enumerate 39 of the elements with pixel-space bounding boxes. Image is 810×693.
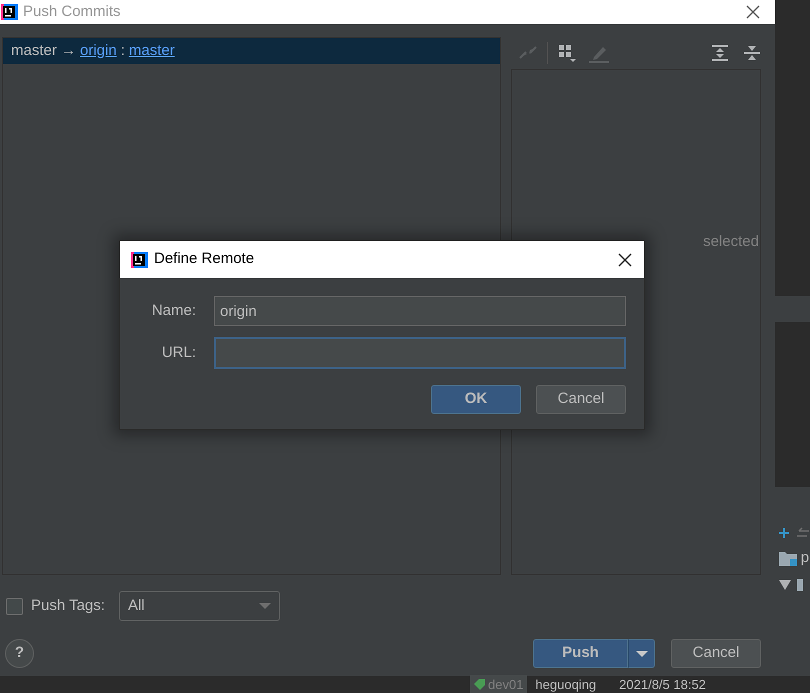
- tags-dropdown[interactable]: All: [118, 591, 280, 621]
- cancel-button[interactable]: Cancel: [536, 385, 626, 414]
- expand-all-icon[interactable]: [711, 44, 729, 62]
- push-tags-checkbox[interactable]: [6, 598, 23, 614]
- close-icon[interactable]: [618, 252, 632, 266]
- folder-icon: [779, 550, 797, 566]
- tree-label: p: [800, 548, 810, 568]
- push-button[interactable]: Push: [533, 639, 628, 668]
- tree-node-icon: [779, 578, 803, 592]
- help-button[interactable]: ?: [5, 639, 34, 668]
- dropdown-button[interactable]: [628, 639, 655, 668]
- field-label: Name:: [150, 300, 196, 321]
- field-label: URL:: [160, 342, 196, 363]
- push-tags-label: Push Tags:: [31, 596, 105, 616]
- remote-link[interactable]: origin: [80, 40, 117, 62]
- close-icon[interactable]: [745, 4, 761, 20]
- collapse-all-icon[interactable]: [743, 44, 761, 62]
- empty-message: selected: [703, 232, 759, 252]
- caret-icon: [636, 650, 648, 658]
- tag-name: dev01: [488, 676, 524, 693]
- dropdown-value: All: [128, 596, 145, 616]
- caret-icon: [258, 602, 271, 610]
- input-field[interactable]: [214, 337, 626, 369]
- author-text: heguoqing: [535, 676, 596, 693]
- grid-icon[interactable]: [558, 43, 578, 63]
- swap-icon: [796, 527, 808, 539]
- tag-icon: [474, 678, 486, 690]
- dialog-title: Define Remote: [154, 249, 254, 270]
- add-icon: [779, 527, 789, 539]
- branch-row[interactable]: master → origin : master: [3, 38, 500, 64]
- branch-name: master →: [11, 40, 76, 61]
- ok-button[interactable]: OK: [431, 385, 521, 414]
- app-icon: [130, 250, 148, 268]
- input-field[interactable]: origin: [214, 296, 626, 326]
- date-text: 2021/8/5 18:52: [619, 676, 706, 693]
- window-title: Push Commits: [23, 2, 121, 22]
- target-branch-link[interactable]: master: [128, 40, 175, 62]
- cancel-button[interactable]: Cancel: [671, 639, 761, 668]
- separator-text: :: [120, 40, 125, 61]
